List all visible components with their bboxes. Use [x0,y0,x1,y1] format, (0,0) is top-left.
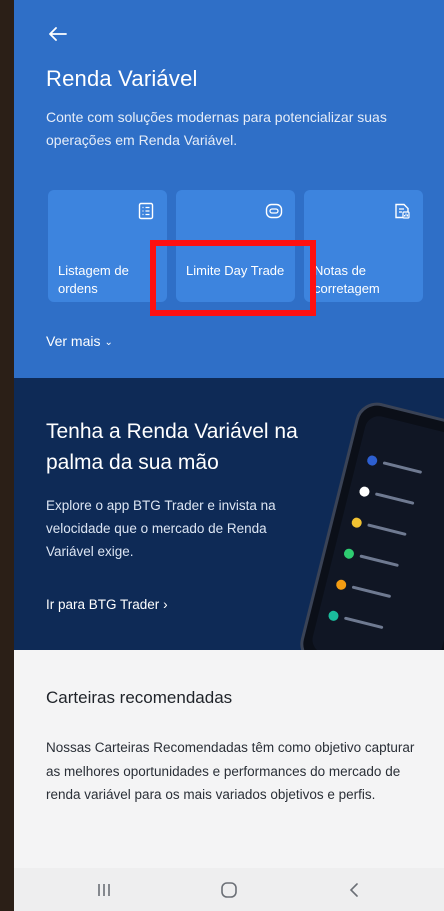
card-listagem-de-ordens[interactable]: Listagem de ordens [48,190,167,302]
mockup-row [327,609,423,643]
section-body: Nossas Carteiras Recomendadas têm como o… [46,740,415,802]
mockup-row [335,578,431,612]
card-notas-de-corretagem[interactable]: Notas de corretagem [304,190,423,302]
card-label: Notas de corretagem [314,263,380,296]
chevron-right-icon: › [163,597,168,612]
recent-apps-icon[interactable] [94,880,114,900]
list-document-icon [137,202,155,220]
mockup-row [342,547,439,581]
arrow-left-icon[interactable] [48,24,68,44]
hero-section: Renda Variável Conte com soluções modern… [14,0,444,378]
promo-link-label: Ir para BTG Trader [46,597,160,612]
document-chart-icon [393,202,411,220]
app-screen: Renda Variável Conte com soluções modern… [14,0,444,911]
page-title: Renda Variável [46,66,198,91]
promo-title: Tenha a Renda Variável na palma da sua m… [46,420,298,474]
btg-trader-link[interactable]: Ir para BTG Trader › [46,597,168,612]
carteiras-section: Carteiras recomendadas Nossas Carteiras … [14,650,444,860]
card-label: Listagem de ordens [58,263,129,296]
chevron-down-icon: ⌄ [104,337,113,348]
card-limite-day-trade[interactable]: Limite Day Trade [176,190,295,302]
system-navigation-bar [14,868,444,911]
promo-subtitle: Explore o app BTG Trader e invista na ve… [46,498,276,559]
mockup-row [350,516,444,550]
toggle-card-icon [265,202,283,220]
card-label: Limite Day Trade [186,263,285,278]
section-title: Carteiras recomendadas [46,688,233,707]
promo-banner: Tenha a Renda Variável na palma da sua m… [14,378,444,650]
back-chevron-icon[interactable] [344,880,364,900]
mockup-row [366,454,444,488]
ver-mais-label: Ver mais [46,333,101,349]
page-subtitle: Conte com soluções modernas para potenci… [46,109,387,148]
home-circle-icon[interactable] [219,880,239,900]
ver-mais-button[interactable]: Ver mais ⌄ [46,333,113,349]
mockup-row [358,485,444,519]
